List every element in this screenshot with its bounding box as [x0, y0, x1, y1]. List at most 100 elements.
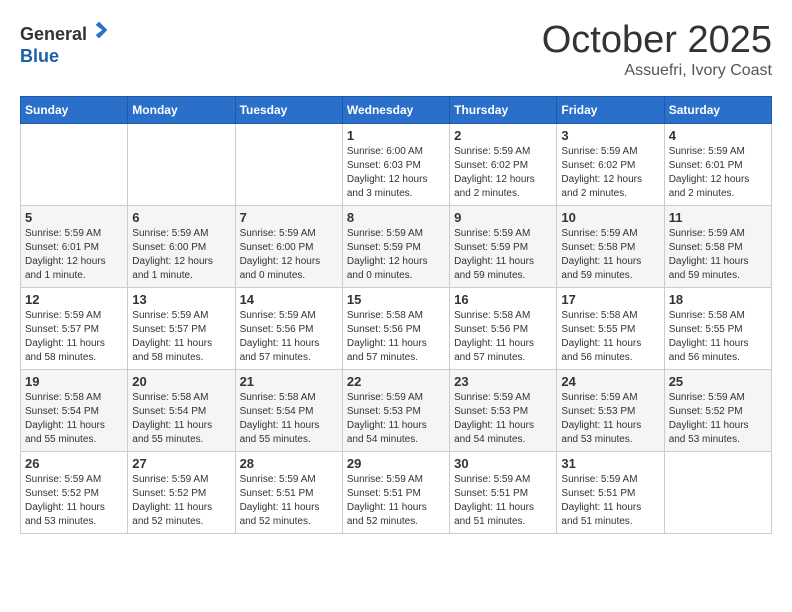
day-number: 8	[347, 210, 445, 225]
calendar-cell: 22 Sunrise: 5:59 AM Sunset: 5:53 PM Dayli…	[342, 369, 449, 451]
day-number: 25	[669, 374, 767, 389]
cell-content: Sunrise: 5:59 AM Sunset: 5:53 PM Dayligh…	[561, 391, 659, 447]
calendar-cell: 16Sunrise: 5:58 AM Sunset: 5:56 PM Dayli…	[450, 287, 557, 369]
cell-content: Sunrise: 5:59 AM Sunset: 5:53 PM Dayligh…	[347, 391, 445, 447]
cell-content: Sunrise: 5:59 AM Sunset: 5:58 PM Dayligh…	[669, 227, 767, 283]
day-number: 11	[669, 210, 767, 225]
weekday-header: Tuesday	[235, 96, 342, 123]
cell-content: Sunrise: 5:59 AM Sunset: 5:59 PM Dayligh…	[347, 227, 445, 283]
calendar-week-row: 5 Sunrise: 5:59 AM Sunset: 6:01 PM Daylig…	[21, 205, 772, 287]
weekday-header: Wednesday	[342, 96, 449, 123]
cell-content: Sunrise: 5:59 AM Sunset: 6:00 PM Dayligh…	[240, 227, 338, 283]
cell-content: Sunrise: 5:59 AM Sunset: 5:51 PM Dayligh…	[240, 473, 338, 529]
cell-content: Sunrise: 5:59 AM Sunset: 5:58 PM Dayligh…	[561, 227, 659, 283]
day-number: 20	[132, 374, 230, 389]
weekday-header: Friday	[557, 96, 664, 123]
cell-content: Sunrise: 5:59 AM Sunset: 5:59 PM Dayligh…	[454, 227, 552, 283]
day-number: 10	[561, 210, 659, 225]
day-number: 27	[132, 456, 230, 471]
calendar-cell: 20 Sunrise: 5:58 AM Sunset: 5:54 PM Dayli…	[128, 369, 235, 451]
cell-content: Sunrise: 5:59 AM Sunset: 5:51 PM Dayligh…	[561, 473, 659, 529]
day-number: 6	[132, 210, 230, 225]
day-number: 9	[454, 210, 552, 225]
calendar-cell: 15Sunrise: 5:58 AM Sunset: 5:56 PM Dayli…	[342, 287, 449, 369]
day-number: 22	[347, 374, 445, 389]
calendar-cell	[235, 123, 342, 205]
calendar-cell: 14 Sunrise: 5:59 AM Sunset: 5:56 PM Dayli…	[235, 287, 342, 369]
weekday-header: Sunday	[21, 96, 128, 123]
cell-content: Sunrise: 5:59 AM Sunset: 5:52 PM Dayligh…	[669, 391, 767, 447]
calendar-week-row: 19 Sunrise: 5:58 AM Sunset: 5:54 PM Dayli…	[21, 369, 772, 451]
logo-blue: Blue	[20, 46, 59, 66]
day-number: 7	[240, 210, 338, 225]
calendar-cell: 2 Sunrise: 5:59 AM Sunset: 6:02 PM Daylig…	[450, 123, 557, 205]
day-number: 2	[454, 128, 552, 143]
calendar-cell: 25 Sunrise: 5:59 AM Sunset: 5:52 PM Dayli…	[664, 369, 771, 451]
calendar-week-row: 12 Sunrise: 5:59 AM Sunset: 5:57 PM Dayli…	[21, 287, 772, 369]
day-number: 5	[25, 210, 123, 225]
logo: General Blue	[20, 20, 109, 67]
cell-content: Sunrise: 5:59 AM Sunset: 6:02 PM Dayligh…	[454, 145, 552, 201]
cell-content: Sunrise: 5:59 AM Sunset: 5:52 PM Dayligh…	[25, 473, 123, 529]
calendar-cell: 30 Sunrise: 5:59 AM Sunset: 5:51 PM Dayli…	[450, 451, 557, 533]
cell-content: Sunrise: 5:59 AM Sunset: 5:57 PM Dayligh…	[132, 309, 230, 365]
cell-content: Sunrise: 5:58 AM Sunset: 5:54 PM Dayligh…	[240, 391, 338, 447]
cell-content: Sunrise: 5:58 AM Sunset: 5:54 PM Dayligh…	[132, 391, 230, 447]
cell-content: Sunrise: 5:59 AM Sunset: 5:56 PM Dayligh…	[240, 309, 338, 365]
cell-content: Sunrise: 5:59 AM Sunset: 5:51 PM Dayligh…	[454, 473, 552, 529]
cell-content: Sunrise: 5:59 AM Sunset: 5:57 PM Dayligh…	[25, 309, 123, 365]
calendar-cell: 13 Sunrise: 5:59 AM Sunset: 5:57 PM Dayli…	[128, 287, 235, 369]
day-number: 30	[454, 456, 552, 471]
day-number: 12	[25, 292, 123, 307]
calendar-cell: 1 Sunrise: 6:00 AM Sunset: 6:03 PM Daylig…	[342, 123, 449, 205]
calendar-week-row: 1 Sunrise: 6:00 AM Sunset: 6:03 PM Daylig…	[21, 123, 772, 205]
calendar-cell: 29 Sunrise: 5:59 AM Sunset: 5:51 PM Dayli…	[342, 451, 449, 533]
day-number: 19	[25, 374, 123, 389]
month-title: October 2025	[542, 20, 772, 62]
title-block: October 2025 Assuefri, Ivory Coast	[542, 20, 772, 80]
weekday-header: Saturday	[664, 96, 771, 123]
location-subtitle: Assuefri, Ivory Coast	[542, 62, 772, 80]
calendar-cell: 26 Sunrise: 5:59 AM Sunset: 5:52 PM Dayli…	[21, 451, 128, 533]
calendar-cell: 23 Sunrise: 5:59 AM Sunset: 5:53 PM Dayli…	[450, 369, 557, 451]
calendar-cell: 3Sunrise: 5:59 AM Sunset: 6:02 PM Daylig…	[557, 123, 664, 205]
calendar-cell: 10 Sunrise: 5:59 AM Sunset: 5:58 PM Dayli…	[557, 205, 664, 287]
day-number: 23	[454, 374, 552, 389]
cell-content: Sunrise: 5:58 AM Sunset: 5:56 PM Dayligh…	[347, 309, 445, 365]
cell-content: Sunrise: 5:59 AM Sunset: 5:51 PM Dayligh…	[347, 473, 445, 529]
day-number: 28	[240, 456, 338, 471]
day-number: 14	[240, 292, 338, 307]
logo-general: General	[20, 20, 109, 46]
weekday-header: Thursday	[450, 96, 557, 123]
calendar-cell: 5 Sunrise: 5:59 AM Sunset: 6:01 PM Daylig…	[21, 205, 128, 287]
day-number: 18	[669, 292, 767, 307]
day-number: 21	[240, 374, 338, 389]
cell-content: Sunrise: 5:59 AM Sunset: 5:53 PM Dayligh…	[454, 391, 552, 447]
cell-content: Sunrise: 5:58 AM Sunset: 5:54 PM Dayligh…	[25, 391, 123, 447]
calendar-cell: 21 Sunrise: 5:58 AM Sunset: 5:54 PM Dayli…	[235, 369, 342, 451]
day-number: 1	[347, 128, 445, 143]
cell-content: Sunrise: 6:00 AM Sunset: 6:03 PM Dayligh…	[347, 145, 445, 201]
calendar-cell: 6 Sunrise: 5:59 AM Sunset: 6:00 PM Daylig…	[128, 205, 235, 287]
day-number: 17	[561, 292, 659, 307]
cell-content: Sunrise: 5:59 AM Sunset: 5:52 PM Dayligh…	[132, 473, 230, 529]
page-header: General Blue October 2025 Assuefri, Ivor…	[20, 20, 772, 80]
day-number: 4	[669, 128, 767, 143]
calendar-cell: 12 Sunrise: 5:59 AM Sunset: 5:57 PM Dayli…	[21, 287, 128, 369]
cell-content: Sunrise: 5:59 AM Sunset: 6:01 PM Dayligh…	[25, 227, 123, 283]
calendar-cell: 8 Sunrise: 5:59 AM Sunset: 5:59 PM Daylig…	[342, 205, 449, 287]
calendar-cell	[21, 123, 128, 205]
calendar-cell: 27 Sunrise: 5:59 AM Sunset: 5:52 PM Dayli…	[128, 451, 235, 533]
day-number: 29	[347, 456, 445, 471]
day-number: 3	[561, 128, 659, 143]
calendar-cell	[128, 123, 235, 205]
day-number: 16	[454, 292, 552, 307]
cell-content: Sunrise: 5:58 AM Sunset: 5:55 PM Dayligh…	[561, 309, 659, 365]
day-number: 26	[25, 456, 123, 471]
day-number: 31	[561, 456, 659, 471]
calendar-cell: 31 Sunrise: 5:59 AM Sunset: 5:51 PM Dayli…	[557, 451, 664, 533]
day-number: 13	[132, 292, 230, 307]
cell-content: Sunrise: 5:59 AM Sunset: 6:00 PM Dayligh…	[132, 227, 230, 283]
calendar-cell: 9 Sunrise: 5:59 AM Sunset: 5:59 PM Daylig…	[450, 205, 557, 287]
calendar-cell: 18Sunrise: 5:58 AM Sunset: 5:55 PM Dayli…	[664, 287, 771, 369]
